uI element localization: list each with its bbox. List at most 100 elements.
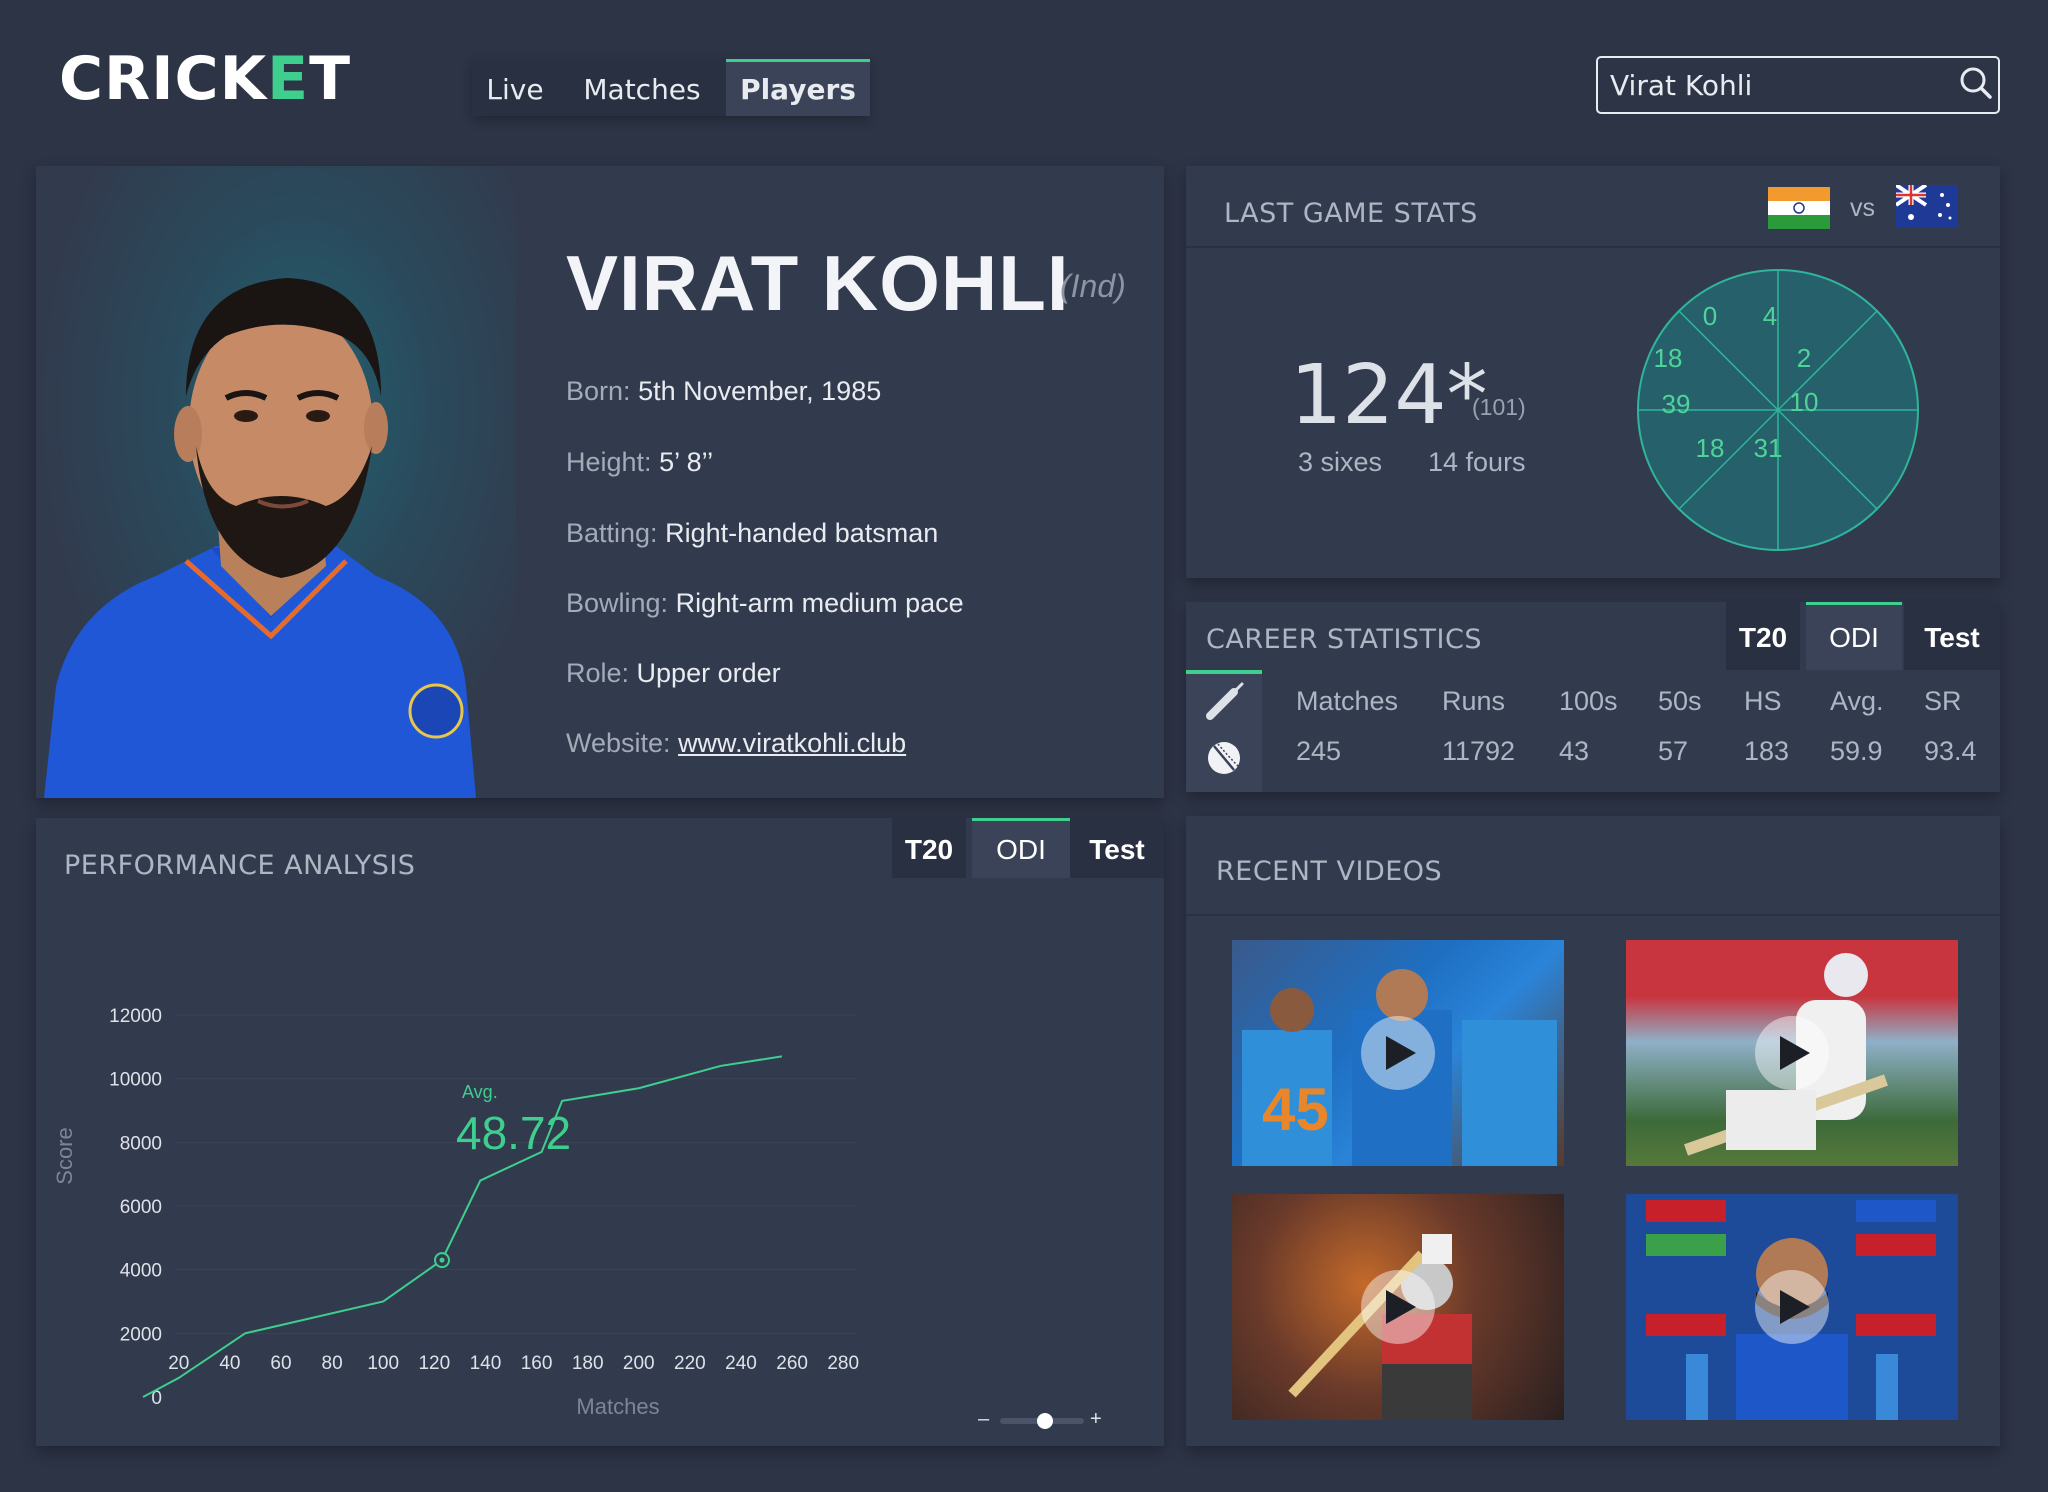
performance-analysis-card: PERFORMANCE ANALYSIS T20 ODI Test 0 2000 4… xyxy=(36,818,1164,1446)
highlight-point xyxy=(439,1257,445,1263)
video-thumbnail[interactable]: 45 xyxy=(1232,940,1564,1166)
nav-tab-live[interactable]: Live xyxy=(472,59,558,116)
app-logo[interactable]: CRICKET xyxy=(59,44,351,114)
field-height: Height: 5’ 8’’ xyxy=(566,447,713,478)
wagon-wheel-label: 39 xyxy=(1662,389,1691,419)
y-tick-label: 6000 xyxy=(120,1197,162,1218)
search-icon[interactable] xyxy=(1959,66,1993,105)
career-tab-odi[interactable]: ODI xyxy=(1806,602,1902,670)
wagon-wheel-label: 4 xyxy=(1763,301,1777,331)
wagon-wheel-label: 10 xyxy=(1790,387,1819,417)
career-tab-t20[interactable]: T20 xyxy=(1726,602,1800,670)
field-value: Right-arm medium pace xyxy=(675,588,964,618)
versus-label: vs xyxy=(1850,194,1875,222)
zoom-in-button[interactable]: + xyxy=(1090,1408,1102,1431)
play-button[interactable] xyxy=(1361,1270,1435,1344)
field-label: Born: xyxy=(566,376,631,406)
wagon-wheel-label: 0 xyxy=(1703,301,1717,331)
search-input[interactable] xyxy=(1610,68,1959,102)
col-header-matches: Matches xyxy=(1296,686,1399,716)
australia-flag-icon xyxy=(1896,185,1958,227)
avg-label: Avg. xyxy=(462,1082,498,1102)
field-value: 5th November, 1985 xyxy=(638,376,882,406)
field-value: Upper order xyxy=(636,658,781,688)
player-country: (Ind) xyxy=(1060,268,1126,304)
x-tick-label: 20 xyxy=(168,1353,189,1374)
y-tick-label: 12000 xyxy=(109,1006,162,1027)
field-born: Born: 5th November, 1985 xyxy=(566,376,881,407)
stat-50s: 57 xyxy=(1658,736,1689,766)
video-thumbnail[interactable] xyxy=(1626,940,1958,1166)
stat-100s: 43 xyxy=(1559,736,1590,766)
ball-icon[interactable] xyxy=(1204,738,1244,783)
main-nav: Live Matches Players xyxy=(472,59,870,116)
player-profile-card: VIRAT KOHLI (Ind) Born: 5th November, 19… xyxy=(36,166,1164,798)
x-tick-label: 220 xyxy=(674,1353,706,1374)
player-photo xyxy=(36,166,516,798)
field-value: 5’ 8’’ xyxy=(659,447,714,477)
wagon-wheel-label: 18 xyxy=(1654,343,1683,373)
zoom-out-button[interactable]: – xyxy=(978,1408,989,1431)
zoom-slider-track[interactable] xyxy=(1000,1413,1084,1429)
stat-avg: 59.9 xyxy=(1830,736,1883,766)
career-statistics-card: CAREER STATISTICS T20 ODI Test Matches R… xyxy=(1186,602,2000,792)
x-tick-label: 80 xyxy=(322,1353,343,1374)
last-game-header: LAST GAME STATS vs xyxy=(1186,166,2000,248)
last-game-stats-card: LAST GAME STATS vs 124* (101) 3 sixes 14… xyxy=(1186,166,2000,578)
x-tick-label: 120 xyxy=(418,1353,450,1374)
nav-tab-players[interactable]: Players xyxy=(726,59,870,116)
field-label: Role: xyxy=(566,658,630,688)
wagon-wheel-label: 31 xyxy=(1754,433,1783,463)
x-tick-label: 140 xyxy=(470,1353,502,1374)
play-button[interactable] xyxy=(1361,1016,1435,1090)
col-header-runs: Runs xyxy=(1442,686,1506,716)
nav-tab-matches[interactable]: Matches xyxy=(558,59,726,116)
career-type-switcher xyxy=(1186,670,1262,792)
career-tab-test[interactable]: Test xyxy=(1904,602,2000,670)
x-tick-label: 240 xyxy=(725,1353,757,1374)
field-batting: Batting: Right-handed batsman xyxy=(566,518,938,549)
last-game-score: 124* xyxy=(1290,348,1488,443)
x-tick-label: 60 xyxy=(270,1353,291,1374)
x-tick-label: 180 xyxy=(572,1353,604,1374)
x-tick-label: 40 xyxy=(219,1353,240,1374)
wagon-wheel-label: 18 xyxy=(1696,433,1725,463)
sixes-count: 3 sixes xyxy=(1298,447,1383,477)
col-header-hs: HS xyxy=(1744,686,1782,716)
x-tick-label: 260 xyxy=(776,1353,808,1374)
x-tick-label: 160 xyxy=(521,1353,553,1374)
field-label: Bowling: xyxy=(566,588,669,618)
field-role: Role: Upper order xyxy=(566,658,781,689)
x-axis-label: Matches xyxy=(576,1394,659,1419)
player-name: VIRAT KOHLI xyxy=(566,239,1070,327)
field-label: Website: xyxy=(566,728,671,758)
y-tick-label: 2000 xyxy=(120,1324,162,1345)
india-flag-icon xyxy=(1768,187,1830,229)
field-website: Website: www.viratkohli.club xyxy=(566,728,906,759)
field-label: Height: xyxy=(566,447,652,477)
col-header-avg: Avg. xyxy=(1830,686,1884,716)
bat-icon[interactable] xyxy=(1204,678,1248,727)
video-thumbnail[interactable] xyxy=(1232,1194,1564,1420)
x-tick-label: 100 xyxy=(367,1353,399,1374)
stat-runs: 11792 xyxy=(1442,736,1516,766)
search-box xyxy=(1596,56,2000,114)
balls-faced: (101) xyxy=(1472,394,1526,420)
svg-text:45: 45 xyxy=(1262,1076,1329,1143)
career-title: CAREER STATISTICS xyxy=(1206,624,1482,655)
wagon-wheel-label: 2 xyxy=(1797,343,1811,373)
website-link[interactable]: www.viratkohli.club xyxy=(678,728,906,758)
performance-line-chart: 020004000600080001000012000 20 40 60 80 100 1… xyxy=(52,1006,859,1419)
play-button[interactable] xyxy=(1755,1016,1829,1090)
y-tick-label: 10000 xyxy=(109,1070,162,1091)
field-bowling: Bowling: Right-arm medium pace xyxy=(566,588,964,619)
y-tick-label: 8000 xyxy=(120,1133,162,1154)
col-header-50s: 50s xyxy=(1658,686,1702,716)
stat-sr: 93.4 xyxy=(1924,736,1977,766)
play-button[interactable] xyxy=(1755,1270,1829,1344)
field-value: Right-handed batsman xyxy=(665,518,939,548)
col-header-100s: 100s xyxy=(1559,686,1618,716)
video-thumbnail[interactable] xyxy=(1626,1194,1958,1420)
avg-value: 48.72 xyxy=(456,1107,572,1159)
recent-videos-card: RECENT VIDEOS 45 xyxy=(1186,816,2000,1446)
